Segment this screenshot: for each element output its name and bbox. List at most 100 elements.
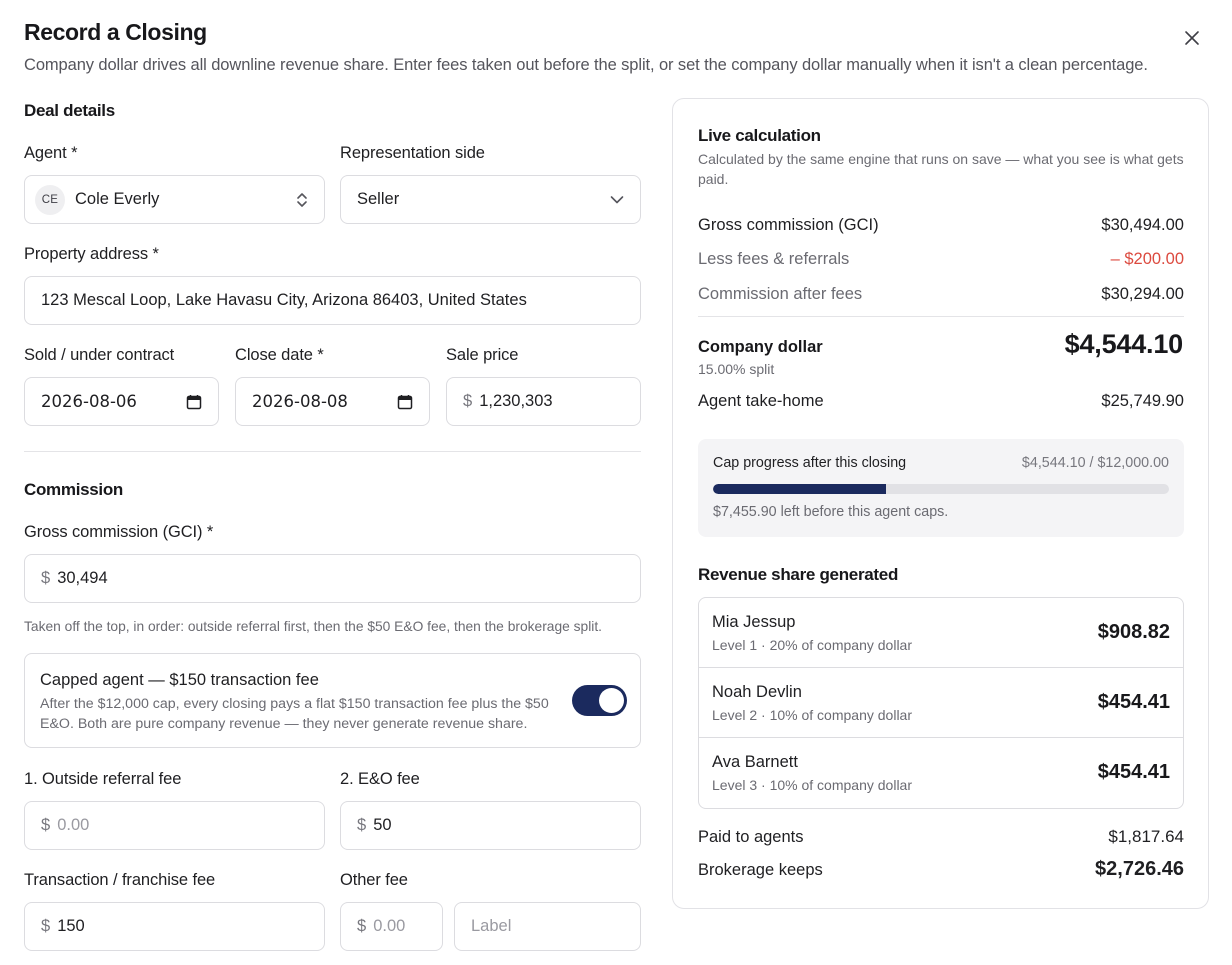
section-divider	[24, 451, 641, 452]
agent-select[interactable]: CE Cole Everly	[24, 175, 325, 224]
fees-row: Less fees & referrals – $200.00	[698, 250, 1184, 269]
company-dollar-label: Company dollar	[698, 338, 823, 356]
calendar-icon[interactable]	[397, 394, 413, 410]
fee-order-hint: Taken off the top, in order: outside ref…	[24, 619, 603, 634]
live-calculation-panel: Live calculation Calculated by the same …	[672, 98, 1209, 909]
toggle-knob	[599, 688, 624, 713]
gci-row: Gross commission (GCI) $30,494.00	[698, 216, 1184, 235]
currency-prefix: $	[463, 392, 473, 410]
revenue-share-list: Mia Jessup Level 1 · 20% of company doll…	[698, 597, 1184, 809]
capped-agent-title: Capped agent — $150 transaction fee	[40, 671, 319, 689]
take-home-value: $25,749.90	[1101, 392, 1184, 410]
recipient-name: Mia Jessup	[712, 613, 796, 631]
cap-progress-label: Cap progress after this closing	[713, 455, 907, 471]
list-item: Ava Barnett Level 3 · 10% of company dol…	[699, 738, 1183, 808]
eo-fee-value: 50	[373, 816, 392, 834]
eo-fee-input[interactable]: $ 50	[340, 801, 641, 850]
chevron-down-icon	[610, 195, 624, 204]
recipient-amount: $908.82	[1097, 621, 1170, 643]
currency-prefix: $	[41, 816, 51, 834]
capped-agent-description: After the $12,000 cap, every closing pay…	[40, 696, 549, 732]
after-fees-row-label: Commission after fees	[698, 285, 863, 303]
paid-to-agents-label: Paid to agents	[698, 828, 804, 846]
company-dollar-value: $4,544.10	[1064, 329, 1184, 359]
cap-progress-note: $7,455.90 left before this agent caps.	[713, 504, 949, 520]
representation-side-value: Seller	[357, 190, 400, 208]
sale-price-label: Sale price	[446, 346, 519, 364]
agent-name: Cole Everly	[75, 190, 160, 208]
recipient-name: Ava Barnett	[712, 753, 798, 771]
close-date-value: 2026-08-08	[252, 392, 348, 411]
paid-to-agents-value: $1,817.64	[1108, 827, 1184, 846]
brokerage-keeps-label: Brokerage keeps	[698, 861, 823, 879]
property-address-value: 123 Mescal Loop, Lake Havasu City, Arizo…	[41, 291, 527, 309]
brokerage-keeps-value: $2,726.46	[1095, 858, 1184, 880]
paid-to-agents-row: Paid to agents $1,817.64	[698, 827, 1184, 847]
deal-details-heading: Deal details	[24, 101, 115, 120]
property-address-input[interactable]: 123 Mescal Loop, Lake Havasu City, Arizo…	[24, 276, 641, 325]
transaction-fee-label: Transaction / franchise fee	[24, 871, 216, 889]
outside-referral-input[interactable]: $ 0.00	[24, 801, 325, 850]
recipient-name: Noah Devlin	[712, 683, 802, 701]
other-fee-label-input[interactable]: Label	[454, 902, 641, 951]
agent-label: Agent *	[24, 144, 78, 162]
panel-divider	[698, 316, 1184, 317]
currency-prefix: $	[357, 816, 367, 834]
close-button[interactable]	[1180, 26, 1204, 50]
cap-progress-fill	[713, 484, 886, 494]
sold-date-input[interactable]: 2026-08-06	[24, 377, 219, 426]
gci-label: Gross commission (GCI) *	[24, 523, 214, 541]
gci-row-label: Gross commission (GCI)	[698, 216, 879, 234]
gci-row-value: $30,494.00	[1101, 216, 1184, 234]
property-address-label: Property address *	[24, 245, 159, 263]
close-date-input[interactable]: 2026-08-08	[235, 377, 430, 426]
fees-row-label: Less fees & referrals	[698, 250, 850, 268]
take-home-row: Agent take-home $25,749.90	[698, 392, 1184, 411]
recipient-amount: $454.41	[1097, 761, 1170, 783]
live-calculation-subtitle: Calculated by the same engine that runs …	[698, 151, 1184, 187]
close-date-label: Close date *	[235, 346, 324, 364]
transaction-fee-input[interactable]: $ 150	[24, 902, 325, 951]
outside-referral-label: 1. Outside referral fee	[24, 770, 182, 788]
list-item: Mia Jessup Level 1 · 20% of company doll…	[699, 598, 1183, 668]
gci-input[interactable]: $ 30,494	[24, 554, 641, 603]
commission-heading: Commission	[24, 480, 124, 499]
after-fees-row-value: $30,294.00	[1101, 285, 1184, 303]
sale-price-input[interactable]: $ 1,230,303	[446, 377, 641, 426]
fees-row-value: – $200.00	[1110, 250, 1184, 268]
gci-value: 30,494	[57, 569, 108, 587]
revenue-share-heading: Revenue share generated	[698, 565, 899, 584]
currency-prefix: $	[357, 917, 367, 935]
calendar-icon[interactable]	[186, 394, 202, 410]
cap-progress-box: Cap progress after this closing $4,544.1…	[698, 439, 1184, 537]
other-fee-input[interactable]: $ 0.00	[340, 902, 443, 951]
modal-title: Record a Closing	[24, 19, 207, 45]
list-item: Noah Devlin Level 2 · 10% of company dol…	[699, 668, 1183, 738]
other-fee-label-placeholder: Label	[471, 917, 512, 935]
recipient-level: Level 2 · 10% of company dollar	[712, 707, 912, 723]
capped-agent-toggle[interactable]	[572, 685, 627, 716]
eo-fee-label: 2. E&O fee	[340, 770, 420, 788]
modal-subtitle: Company dollar drives all downline reven…	[24, 56, 1148, 74]
transaction-fee-value: 150	[57, 917, 85, 935]
recipient-level: Level 1 · 20% of company dollar	[712, 637, 912, 653]
recipient-level: Level 3 · 10% of company dollar	[712, 777, 912, 793]
currency-prefix: $	[41, 917, 51, 935]
brokerage-keeps-row: Brokerage keeps $2,726.46	[698, 858, 1184, 881]
representation-side-label: Representation side	[340, 144, 485, 162]
other-fee-placeholder: 0.00	[373, 917, 406, 935]
recipient-amount: $454.41	[1097, 691, 1170, 713]
live-calculation-title: Live calculation	[698, 126, 821, 145]
chevron-up-down-icon	[296, 191, 308, 209]
take-home-label: Agent take-home	[698, 392, 824, 410]
outside-referral-placeholder: 0.00	[57, 816, 90, 834]
agent-avatar: CE	[35, 184, 65, 215]
capped-agent-card: Capped agent — $150 transaction fee Afte…	[24, 653, 641, 748]
close-icon	[1185, 31, 1199, 45]
company-dollar-split: 15.00% split	[698, 361, 775, 377]
other-fee-label: Other fee	[340, 871, 408, 889]
currency-prefix: $	[41, 569, 51, 587]
sale-price-value: 1,230,303	[479, 392, 553, 410]
representation-side-select[interactable]: Seller	[340, 175, 641, 224]
cap-progress-track	[713, 484, 1169, 494]
